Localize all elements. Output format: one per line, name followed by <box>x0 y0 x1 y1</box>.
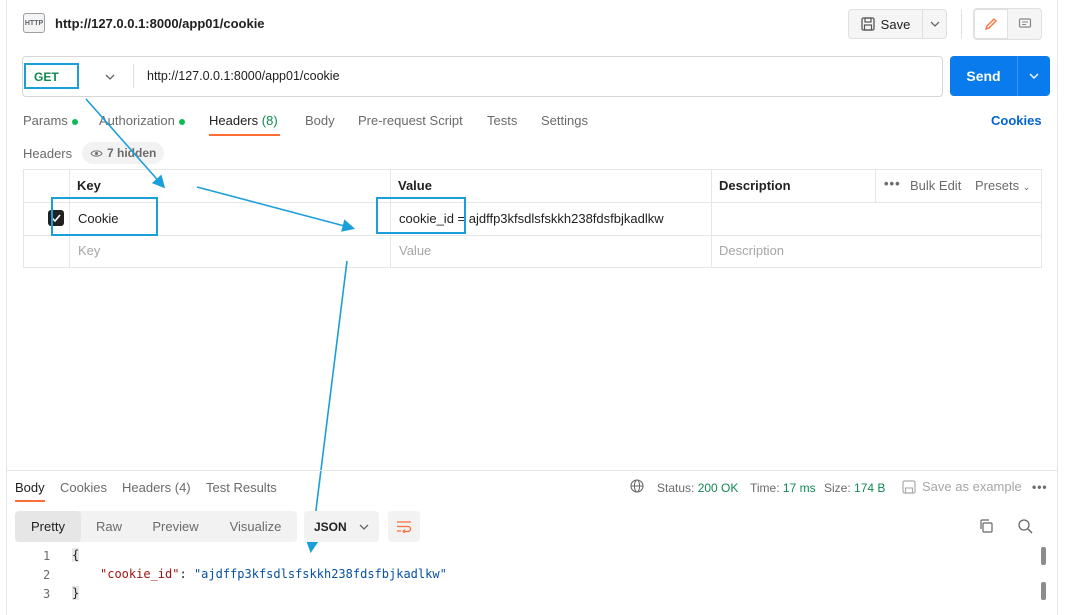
view-raw[interactable]: Raw <box>81 511 137 542</box>
search-icon[interactable] <box>1017 518 1033 534</box>
view-visualize[interactable]: Visualize <box>214 511 297 542</box>
scrollbar-thumb[interactable] <box>1041 547 1046 565</box>
save-as-example-label: Save as example <box>922 479 1022 494</box>
response-view-selector: Pretty Raw Preview Visualize <box>15 511 297 542</box>
response-tab-test-results[interactable]: Test Results <box>206 480 277 495</box>
response-status[interactable]: Status: 200 OK <box>657 481 738 495</box>
json-colon: : <box>179 567 194 581</box>
json-close-brace: } <box>72 586 80 600</box>
response-tab-body[interactable]: Body <box>15 480 45 495</box>
response-tab-headers[interactable]: Headers (4) <box>122 480 191 495</box>
copy-icon[interactable] <box>978 518 994 534</box>
globe-icon[interactable] <box>630 479 644 493</box>
json-line: "cookie_id": "ajdffp3kfsdlsfskkh238fdsfb… <box>100 567 447 581</box>
response-time[interactable]: Time: 17 ms <box>750 481 816 495</box>
line-number: 2 <box>43 568 51 582</box>
json-key: "cookie_id" <box>100 567 180 581</box>
json-value: "ajdffp3kfsdlsfskkh238fdsfbjkadlkw" <box>193 567 447 581</box>
line-number: 1 <box>43 549 51 563</box>
format-dropdown[interactable]: JSON <box>304 511 379 542</box>
response-more-icon[interactable]: ••• <box>1032 480 1048 494</box>
wrap-icon <box>397 520 412 533</box>
response-size[interactable]: Size: 174 B <box>824 481 885 495</box>
view-pretty[interactable]: Pretty <box>15 511 81 542</box>
view-preview[interactable]: Preview <box>137 511 214 542</box>
response-tab-cookies[interactable]: Cookies <box>60 480 107 495</box>
status-label: Status: <box>657 481 695 495</box>
response-pane-divider <box>6 470 1057 471</box>
scrollbar-thumb[interactable] <box>1041 582 1046 600</box>
time-value: 17 ms <box>782 481 816 495</box>
chevron-down-icon <box>359 524 369 530</box>
time-label: Time: <box>750 481 780 495</box>
annotation-arrow <box>196 186 356 232</box>
annotation-arrow <box>305 260 348 554</box>
size-value: 174 B <box>854 481 886 495</box>
line-number: 3 <box>43 587 51 601</box>
annotation-arrow <box>85 98 166 189</box>
save-as-example-button[interactable]: Save as example <box>902 479 1022 494</box>
size-label: Size: <box>824 481 851 495</box>
format-label: JSON <box>314 519 347 534</box>
active-response-tab-indicator <box>15 500 45 502</box>
json-open-brace: { <box>72 548 80 562</box>
wrap-lines-button[interactable] <box>388 511 420 542</box>
save-icon <box>902 479 916 494</box>
status-value: 200 OK <box>697 481 739 495</box>
